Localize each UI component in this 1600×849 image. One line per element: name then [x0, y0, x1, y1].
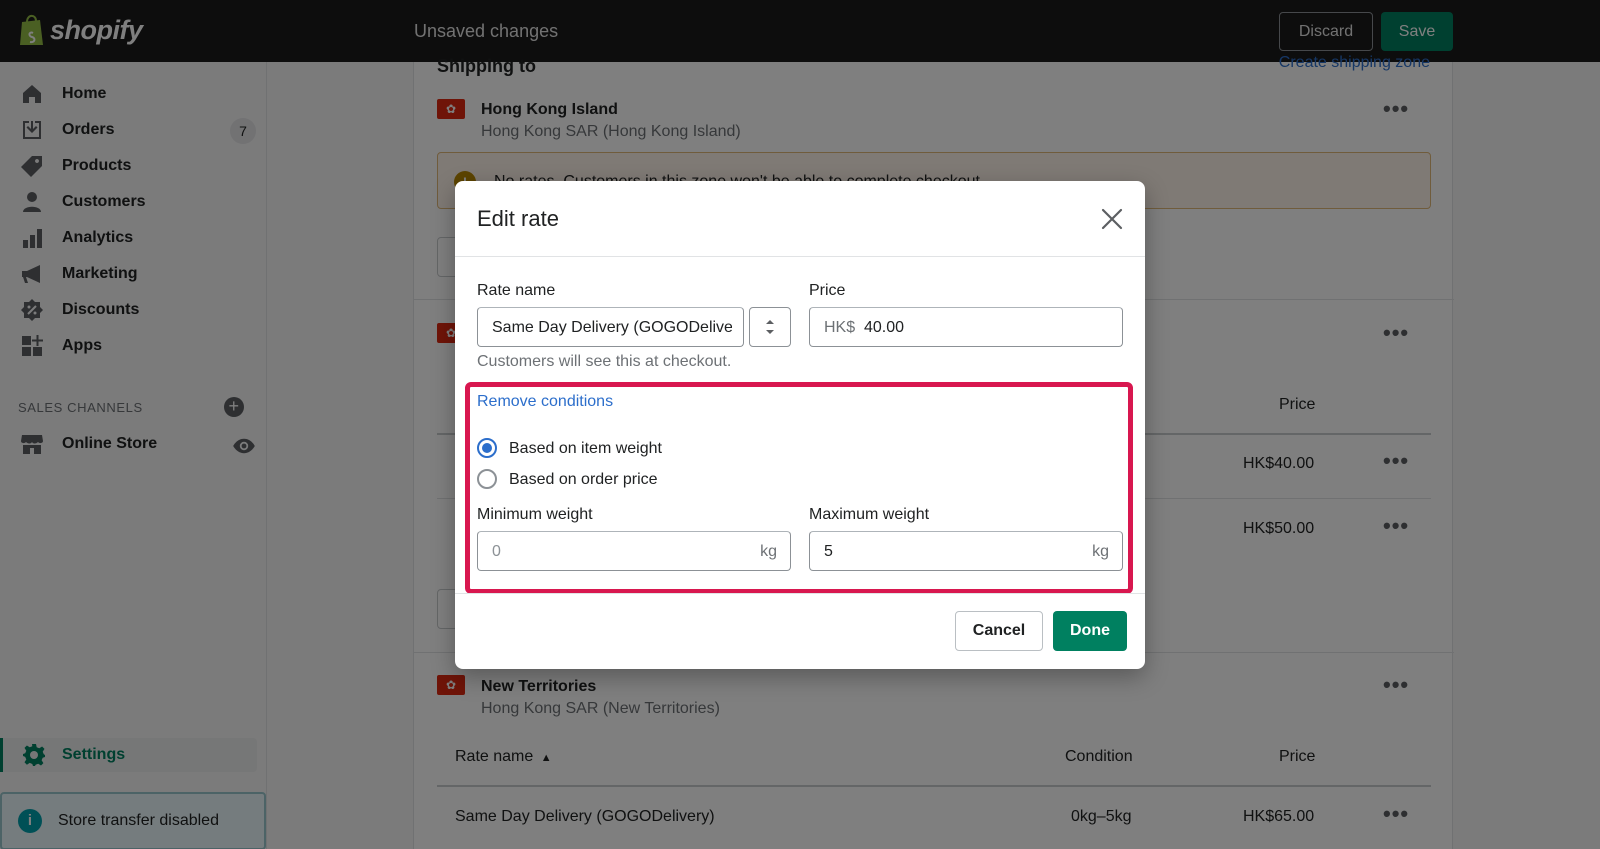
maximum-weight-label: Maximum weight: [809, 506, 930, 523]
done-button[interactable]: Done: [1053, 611, 1127, 651]
minimum-weight-placeholder: 0: [492, 543, 501, 560]
radio-order-price[interactable]: [477, 469, 497, 489]
rate-name-hint: Customers will see this at checkout.: [477, 353, 732, 370]
rate-name-stepper[interactable]: [749, 307, 791, 347]
radio-order-price-label[interactable]: Based on order price: [509, 471, 658, 489]
radio-item-weight-label[interactable]: Based on item weight: [509, 440, 662, 458]
modal-title: Edit rate: [477, 206, 559, 231]
rate-name-value: Same Day Delivery (GOGODelivery): [492, 319, 732, 336]
price-input[interactable]: HK$ 40.00: [809, 307, 1123, 347]
remove-conditions-link[interactable]: Remove conditions: [477, 393, 613, 411]
maximum-weight-value: 5: [824, 543, 833, 560]
currency-prefix: HK$: [824, 319, 856, 336]
price-value: 40.00: [864, 319, 905, 336]
price-label: Price: [809, 282, 846, 299]
rate-name-select[interactable]: Same Day Delivery (GOGODelivery): [477, 307, 744, 347]
modal-header: Edit rate: [455, 181, 1145, 257]
radio-item-weight[interactable]: [477, 438, 497, 458]
minimum-weight-label: Minimum weight: [477, 506, 593, 523]
select-arrows-icon: [766, 320, 774, 334]
maximum-weight-input[interactable]: 5 kg: [809, 531, 1123, 571]
weight-unit: kg: [760, 543, 777, 560]
close-icon[interactable]: [1100, 207, 1124, 231]
minimum-weight-input[interactable]: 0 kg: [477, 531, 791, 571]
weight-unit: kg: [1092, 543, 1109, 560]
cancel-button[interactable]: Cancel: [955, 611, 1043, 651]
edit-rate-modal: Edit rate Rate name Same Day Delivery (G…: [455, 181, 1145, 669]
rate-name-label: Rate name: [477, 282, 556, 299]
modal-footer-divider: [455, 593, 1145, 594]
